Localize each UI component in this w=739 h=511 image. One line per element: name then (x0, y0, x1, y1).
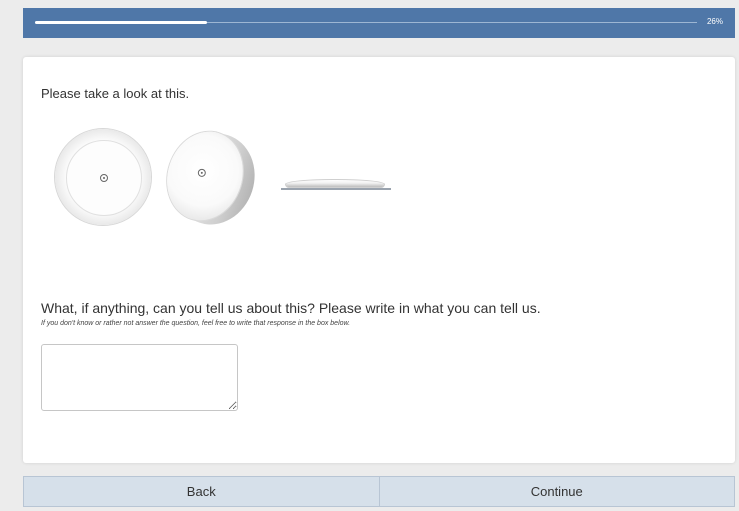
question-text: What, if anything, can you tell us about… (41, 300, 541, 316)
device-angled-image (155, 121, 267, 236)
device-side-image (281, 179, 391, 191)
progress-percent: 26% (706, 17, 723, 26)
logo-icon (100, 174, 108, 182)
device-side-base (281, 188, 391, 190)
progress-fill (35, 21, 208, 24)
device-front-face (66, 140, 142, 216)
device-side-body (285, 179, 385, 188)
device-angled-face (155, 121, 255, 231)
continue-button[interactable]: Continue (378, 477, 735, 506)
intro-text: Please take a look at this. (41, 86, 190, 101)
back-button[interactable]: Back (24, 477, 379, 506)
product-images (45, 121, 391, 236)
progress-header: 26% (23, 8, 735, 38)
instruction-text: If you don't know or rather not answer t… (41, 320, 351, 327)
device-front-image (55, 129, 151, 225)
question-card: Please take a look at this. What, if any… (23, 57, 735, 463)
progress-track (35, 21, 697, 24)
logo-icon (196, 168, 208, 179)
navigation-bar: Back Continue (23, 476, 735, 507)
answer-textarea[interactable] (41, 344, 238, 411)
